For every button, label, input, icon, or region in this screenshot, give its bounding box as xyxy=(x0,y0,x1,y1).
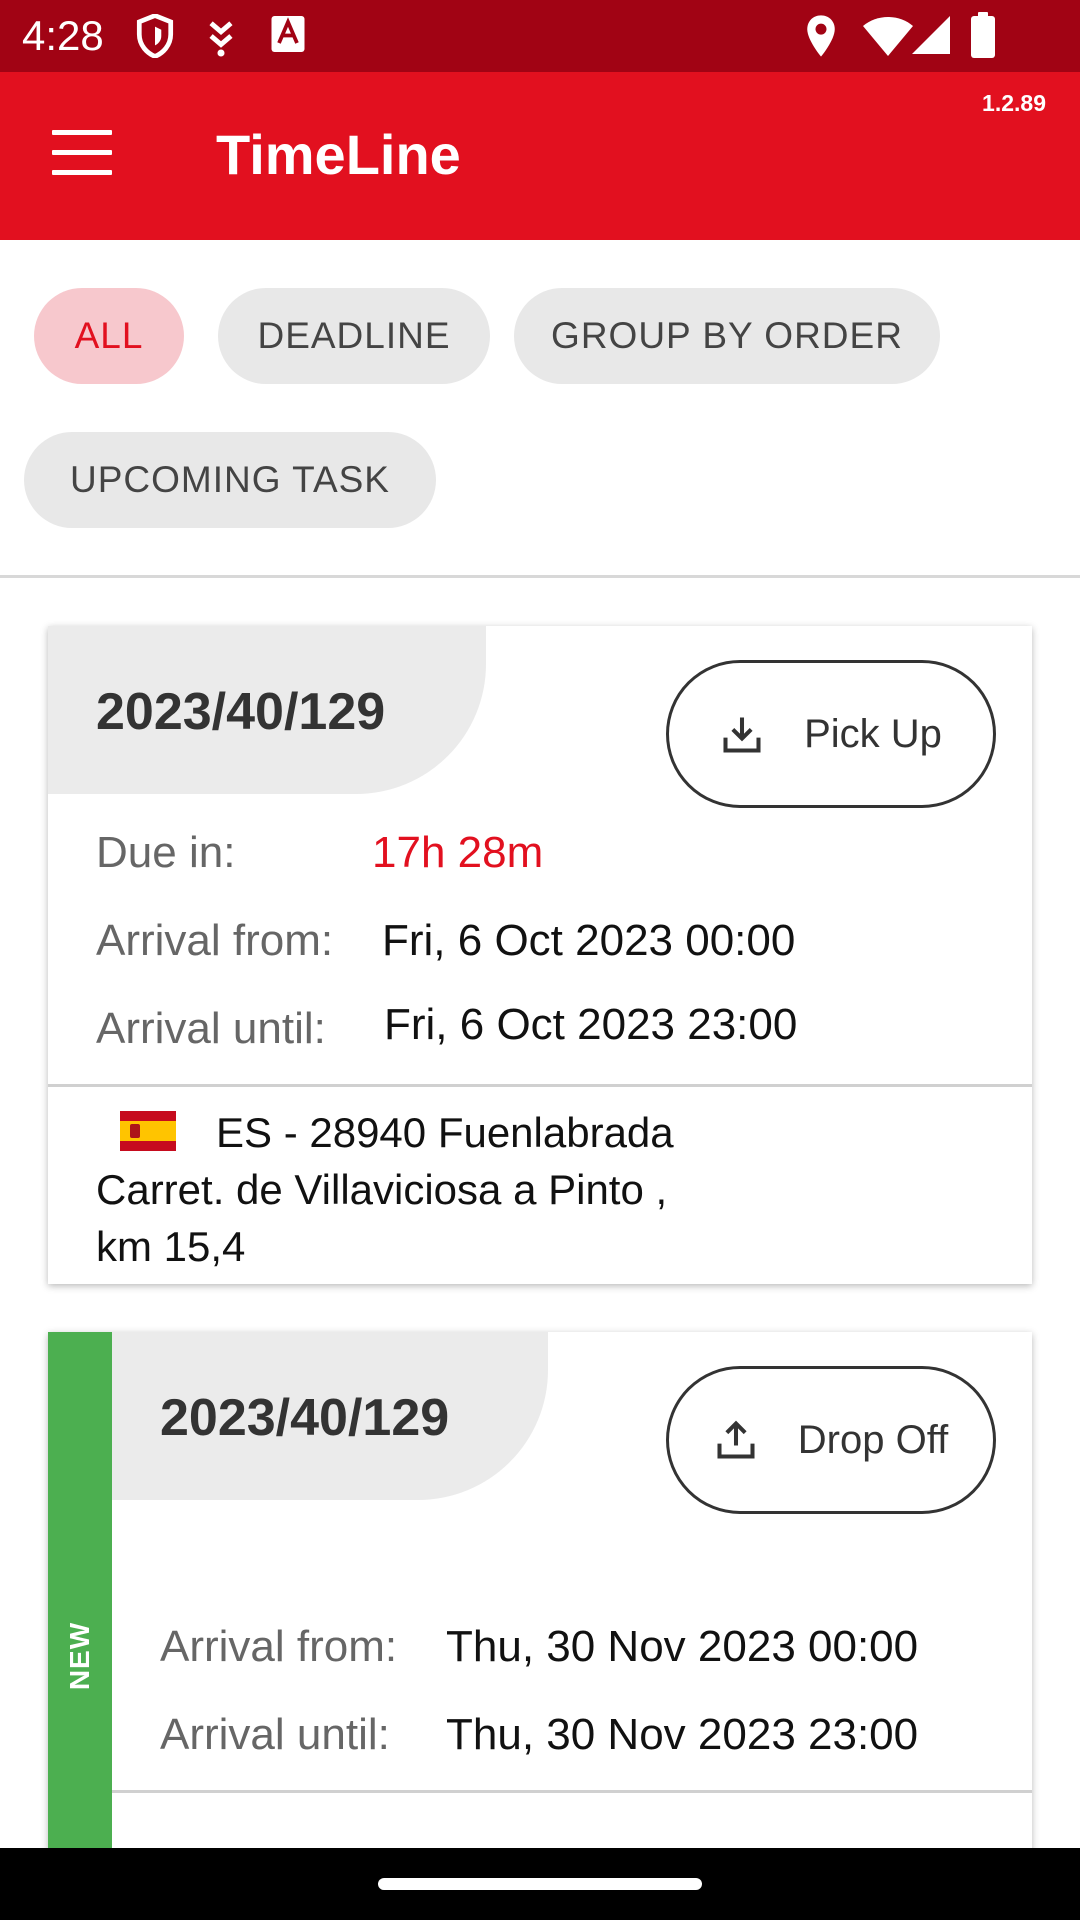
drop-off-label: Drop Off xyxy=(797,1417,949,1462)
download-icon xyxy=(723,717,761,753)
arrival-until-label: Arrival until: xyxy=(96,1004,326,1053)
order-number: 2023/40/129 xyxy=(160,1389,450,1447)
arrival-from-label: Arrival from: xyxy=(160,1622,398,1671)
card-divider xyxy=(48,1084,1032,1087)
address: ES - 28940 Fuenlabrada Carret. de Villav… xyxy=(96,1104,674,1275)
address-line3: km 15,4 xyxy=(96,1223,246,1270)
filter-chip-all[interactable]: ALL xyxy=(34,288,184,384)
page-title: TimeLine xyxy=(216,123,461,186)
navigation-bar xyxy=(0,1848,1080,1920)
shield-icon xyxy=(136,14,174,58)
upload-icon xyxy=(717,1420,755,1459)
arrival-until-label: Arrival until: xyxy=(160,1710,390,1759)
notification-icon xyxy=(209,21,233,57)
battery-icon xyxy=(971,12,995,58)
new-badge: NEW xyxy=(64,1621,95,1691)
order-number: 2023/40/129 xyxy=(96,683,386,741)
address-line2: Carret. de Villaviciosa a Pinto , xyxy=(96,1166,668,1213)
app-version: 1.2.89 xyxy=(982,90,1046,116)
font-icon xyxy=(271,16,305,52)
arrival-until-value: Thu, 30 Nov 2023 23:00 xyxy=(446,1710,919,1759)
arrival-until-value: Fri, 6 Oct 2023 23:00 xyxy=(384,1000,798,1049)
spain-flag-icon xyxy=(120,1111,176,1151)
address-line1: ES - 28940 Fuenlabrada xyxy=(216,1109,674,1156)
due-label: Due in: xyxy=(96,828,236,877)
filter-chip-deadline[interactable]: DEADLINE xyxy=(218,288,490,384)
filter-chip-upcoming-task[interactable]: UPCOMING TASK xyxy=(24,432,436,528)
filters-divider xyxy=(0,575,1080,578)
card-divider xyxy=(112,1790,1032,1793)
task-card-dropoff[interactable]: NEW 2023/40/129 Drop Off Arrival from: T… xyxy=(48,1332,1032,1892)
filter-chip-group-by-order[interactable]: GROUP BY ORDER xyxy=(514,288,940,384)
signal-icon xyxy=(912,16,950,54)
arrival-from-value: Thu, 30 Nov 2023 00:00 xyxy=(446,1622,919,1671)
task-card-pickup[interactable]: 2023/40/129 Pick Up Due in: 17h 28m Arri… xyxy=(48,626,1032,1284)
status-bar: 4:28 xyxy=(0,0,1080,72)
home-gesture-handle[interactable] xyxy=(378,1878,702,1890)
app-bar: TimeLine 1.2.89 xyxy=(0,72,1080,240)
arrival-from-label: Arrival from: xyxy=(96,916,334,965)
pick-up-button[interactable]: Pick Up xyxy=(666,660,996,808)
new-badge-bar xyxy=(48,1332,112,1892)
arrival-from-value: Fri, 6 Oct 2023 00:00 xyxy=(382,916,796,965)
location-icon xyxy=(807,15,835,57)
status-time: 4:28 xyxy=(22,12,104,59)
wifi-icon xyxy=(863,17,913,56)
drop-off-button[interactable]: Drop Off xyxy=(666,1366,996,1514)
due-value: 17h 28m xyxy=(372,828,544,877)
pick-up-label: Pick Up xyxy=(804,711,942,756)
hamburger-menu-icon[interactable] xyxy=(52,130,112,176)
